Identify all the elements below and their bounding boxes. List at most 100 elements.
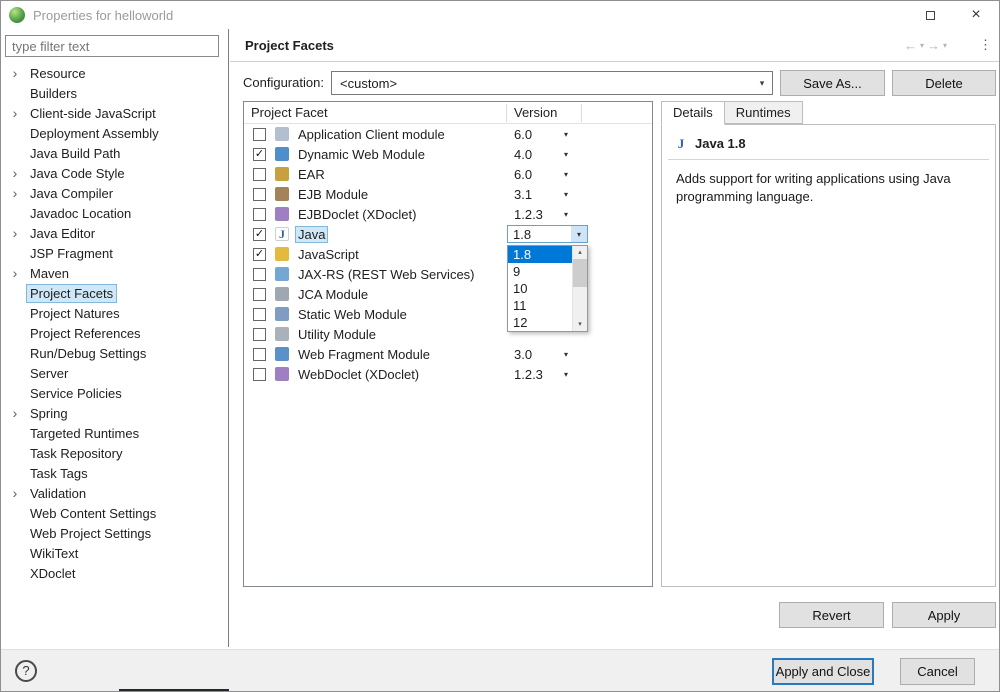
sidebar-item-project-facets[interactable]: Project Facets xyxy=(1,283,228,303)
sidebar-item-client-side-javascript[interactable]: ›Client-side JavaScript xyxy=(1,103,228,123)
sidebar-item-java-editor[interactable]: ›Java Editor xyxy=(1,223,228,243)
sidebar-item-run-debug-settings[interactable]: Run/Debug Settings xyxy=(1,343,228,363)
facet-checkbox[interactable] xyxy=(253,168,266,181)
sidebar-item-targeted-runtimes[interactable]: Targeted Runtimes xyxy=(1,423,228,443)
facet-row-static-web-module[interactable]: Static Web Module xyxy=(244,304,652,324)
version-dropdown-icon[interactable]: ▾ xyxy=(564,190,568,199)
chevron-right-icon[interactable]: › xyxy=(9,226,21,240)
facet-checkbox[interactable]: ✓ xyxy=(253,228,266,241)
version-option-9[interactable]: 9 xyxy=(508,263,572,280)
scrollbar-track[interactable] xyxy=(573,287,587,318)
facet-label: WebDoclet (XDoclet) xyxy=(296,367,421,382)
forward-dropdown-icon[interactable]: ▾ xyxy=(943,41,947,50)
facet-checkbox[interactable] xyxy=(253,328,266,341)
sidebar-item-task-tags[interactable]: Task Tags xyxy=(1,463,228,483)
revert-button[interactable]: Revert xyxy=(779,602,884,628)
chevron-right-icon[interactable]: › xyxy=(9,486,21,500)
facet-checkbox[interactable] xyxy=(253,268,266,281)
sidebar-item-web-content-settings[interactable]: Web Content Settings xyxy=(1,503,228,523)
version-dropdown-icon[interactable]: ▾ xyxy=(564,370,568,379)
sidebar-item-wikitext[interactable]: WikiText xyxy=(1,543,228,563)
version-option-11[interactable]: 11 xyxy=(508,297,572,314)
version-dropdown-icon[interactable]: ▾ xyxy=(564,150,568,159)
apply-button[interactable]: Apply xyxy=(892,602,996,628)
scroll-up-icon[interactable]: ▴ xyxy=(573,246,587,259)
facet-row-ejbdoclet-xdoclet[interactable]: EJBDoclet (XDoclet)1.2.3▾ xyxy=(244,204,652,224)
delete-button[interactable]: Delete xyxy=(892,70,996,96)
version-dropdown-icon[interactable]: ▾ xyxy=(564,350,568,359)
version-dropdown-icon[interactable]: ▾ xyxy=(564,210,568,219)
facet-row-javascript[interactable]: ✓JavaScript xyxy=(244,244,652,264)
facet-checkbox[interactable] xyxy=(253,368,266,381)
sidebar-item-java-code-style[interactable]: ›Java Code Style xyxy=(1,163,228,183)
scrollbar-thumb[interactable] xyxy=(573,259,587,287)
sidebar-item-spring[interactable]: ›Spring xyxy=(1,403,228,423)
chevron-right-icon[interactable]: › xyxy=(9,266,21,280)
facet-row-java[interactable]: ✓JJava1.8▾ xyxy=(244,224,652,244)
view-menu-icon[interactable]: ⋮ xyxy=(979,37,991,53)
cancel-button[interactable]: Cancel xyxy=(900,658,975,685)
chevron-right-icon[interactable]: › xyxy=(9,166,21,180)
facet-checkbox[interactable]: ✓ xyxy=(253,248,266,261)
chevron-right-icon[interactable]: › xyxy=(9,406,21,420)
facet-row-ejb-module[interactable]: EJB Module3.1▾ xyxy=(244,184,652,204)
popup-scrollbar[interactable]: ▴ ▾ xyxy=(572,246,587,331)
facet-checkbox[interactable]: ✓ xyxy=(253,148,266,161)
sidebar-item-server[interactable]: Server xyxy=(1,363,228,383)
facet-row-web-fragment-module[interactable]: Web Fragment Module3.0▾ xyxy=(244,344,652,364)
back-icon[interactable]: ← xyxy=(904,38,917,53)
facet-row-ear[interactable]: EAR6.0▾ xyxy=(244,164,652,184)
column-version[interactable]: Version xyxy=(514,105,557,120)
facet-checkbox[interactable] xyxy=(253,348,266,361)
facet-checkbox[interactable] xyxy=(253,208,266,221)
sidebar-item-java-compiler[interactable]: ›Java Compiler xyxy=(1,183,228,203)
chevron-right-icon[interactable]: › xyxy=(9,106,21,120)
version-option-1-8[interactable]: 1.8 xyxy=(508,246,572,263)
sidebar-item-resource[interactable]: ›Resource xyxy=(1,63,228,83)
sidebar-item-jsp-fragment[interactable]: JSP Fragment xyxy=(1,243,228,263)
save-as-button[interactable]: Save As... xyxy=(780,70,885,96)
filter-input[interactable] xyxy=(5,35,219,57)
sidebar-item-java-build-path[interactable]: Java Build Path xyxy=(1,143,228,163)
maximize-button[interactable] xyxy=(907,1,953,29)
sidebar-item-task-repository[interactable]: Task Repository xyxy=(1,443,228,463)
facet-row-webdoclet-xdoclet[interactable]: WebDoclet (XDoclet)1.2.3▾ xyxy=(244,364,652,384)
chevron-right-icon[interactable]: › xyxy=(9,66,21,80)
facet-row-jax-rs-rest-web-services[interactable]: JAX-RS (REST Web Services) xyxy=(244,264,652,284)
version-dropdown-icon[interactable]: ▾ xyxy=(564,130,568,139)
configuration-select[interactable]: <custom> ▾ xyxy=(331,71,773,95)
sidebar-item-xdoclet[interactable]: XDoclet xyxy=(1,563,228,583)
facet-checkbox[interactable] xyxy=(253,128,266,141)
version-combo-open[interactable]: 1.8▾ xyxy=(507,225,588,243)
sidebar-item-deployment-assembly[interactable]: Deployment Assembly xyxy=(1,123,228,143)
version-option-10[interactable]: 10 xyxy=(508,280,572,297)
sidebar-item-maven[interactable]: ›Maven xyxy=(1,263,228,283)
facet-row-application-client-module[interactable]: Application Client module6.0▾ xyxy=(244,124,652,144)
facet-checkbox[interactable] xyxy=(253,308,266,321)
chevron-down-icon[interactable]: ▾ xyxy=(571,226,587,242)
sidebar-item-web-project-settings[interactable]: Web Project Settings xyxy=(1,523,228,543)
sidebar-item-builders[interactable]: Builders xyxy=(1,83,228,103)
back-dropdown-icon[interactable]: ▾ xyxy=(920,41,924,50)
apply-and-close-button[interactable]: Apply and Close xyxy=(772,658,874,685)
tab-details[interactable]: Details xyxy=(661,101,725,125)
column-project-facet[interactable]: Project Facet xyxy=(251,105,328,120)
sidebar-item-project-natures[interactable]: Project Natures xyxy=(1,303,228,323)
version-dropdown-icon[interactable]: ▾ xyxy=(564,170,568,179)
help-button[interactable]: ? xyxy=(15,660,37,682)
facet-checkbox[interactable] xyxy=(253,288,266,301)
sidebar-item-service-policies[interactable]: Service Policies xyxy=(1,383,228,403)
scroll-down-icon[interactable]: ▾ xyxy=(573,318,587,331)
facet-row-utility-module[interactable]: Utility Module xyxy=(244,324,652,344)
facet-row-jca-module[interactable]: JCA Module xyxy=(244,284,652,304)
sidebar-item-project-references[interactable]: Project References xyxy=(1,323,228,343)
close-button[interactable]: × xyxy=(953,1,999,29)
version-option-12[interactable]: 12 xyxy=(508,314,572,331)
tab-runtimes[interactable]: Runtimes xyxy=(724,101,803,124)
facet-checkbox[interactable] xyxy=(253,188,266,201)
facet-row-dynamic-web-module[interactable]: ✓Dynamic Web Module4.0▾ xyxy=(244,144,652,164)
forward-icon[interactable]: → xyxy=(927,38,940,53)
chevron-right-icon[interactable]: › xyxy=(9,186,21,200)
sidebar-item-javadoc-location[interactable]: Javadoc Location xyxy=(1,203,228,223)
sidebar-item-validation[interactable]: ›Validation xyxy=(1,483,228,503)
